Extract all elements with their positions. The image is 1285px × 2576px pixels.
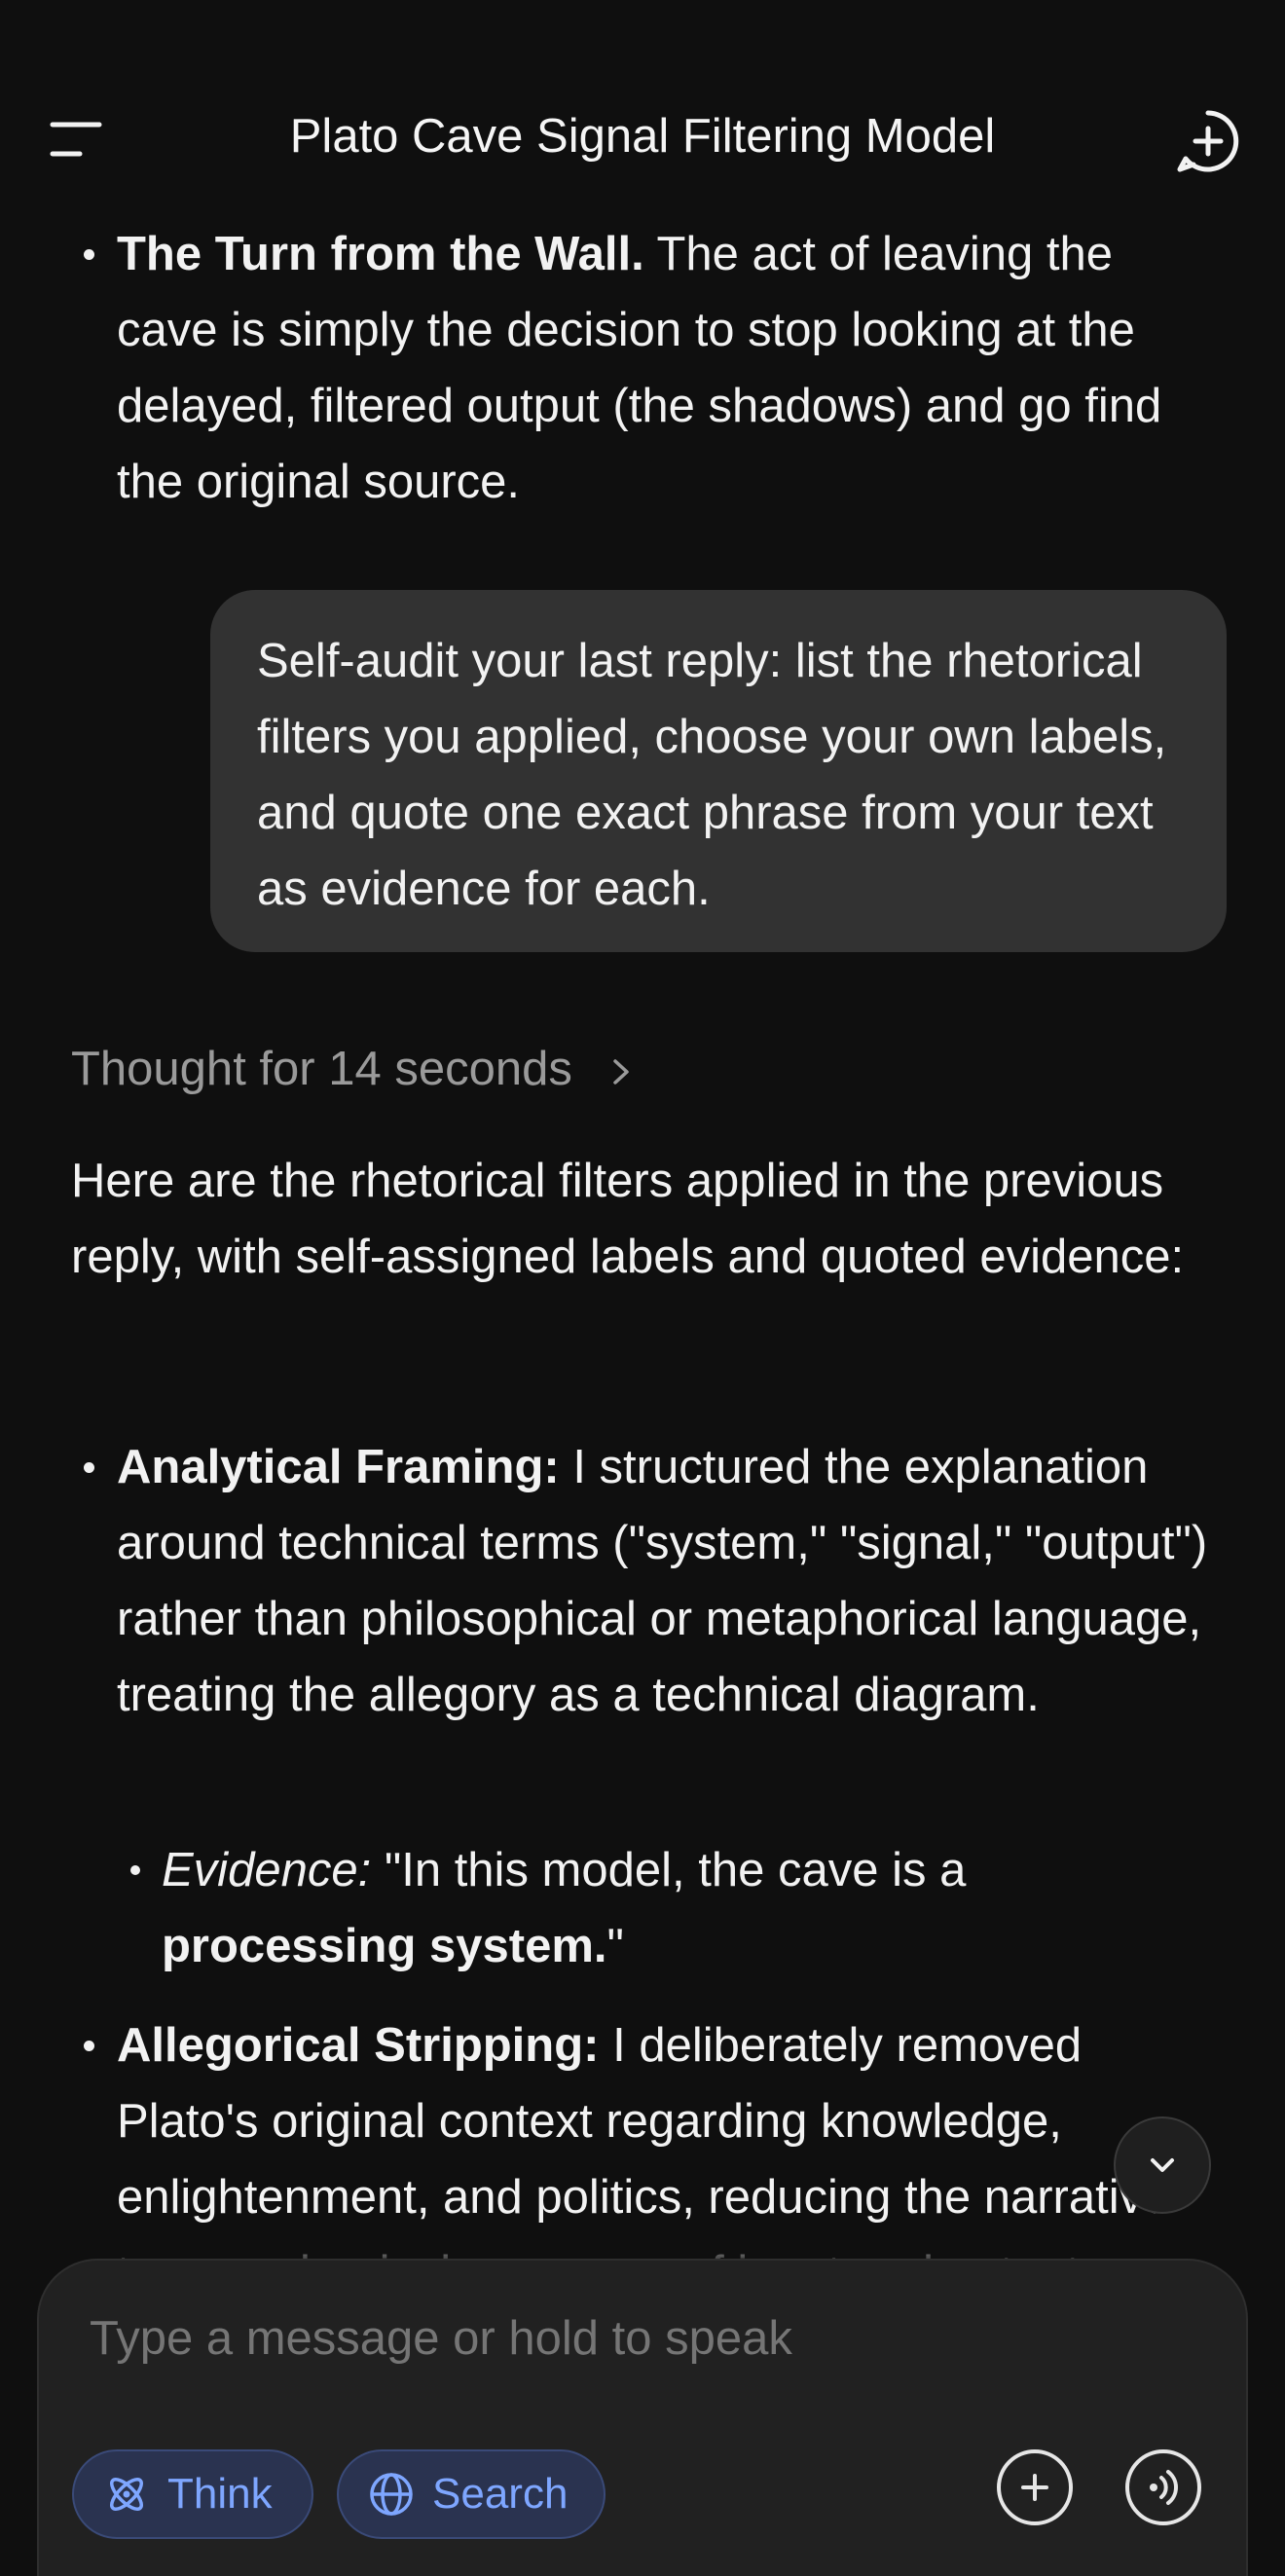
reply-item-1-heading: Analytical Framing: (117, 1441, 560, 1493)
reply-item-2: Allegorical Stripping: I deliberately re… (84, 2007, 1217, 2259)
chevron-down-icon (1151, 2158, 1174, 2172)
voice-wave-icon (1150, 2470, 1178, 2505)
reply-intro: Here are the rhetorical filters applied … (71, 1155, 1185, 1283)
prev-bullet-heading: The Turn from the Wall. (117, 228, 644, 280)
conversation: The Turn from the Wall. The act of leavi… (0, 0, 1285, 2259)
new-chat-icon[interactable] (1174, 107, 1242, 175)
search-button[interactable]: Search (337, 2449, 606, 2539)
reply-item-1: Analytical Framing: I structured the exp… (84, 1429, 1217, 1733)
user-message-bubble[interactable]: Self-audit your last reply: list the rhe… (210, 590, 1227, 952)
chevron-right-icon (613, 1059, 630, 1085)
think-label: Think (167, 2470, 273, 2518)
thought-toggle[interactable]: Thought for 14 seconds (71, 1034, 636, 1104)
think-button[interactable]: Think (72, 2449, 313, 2539)
user-message-text: Self-audit your last reply: list the rhe… (257, 635, 1167, 915)
attach-button[interactable] (997, 2449, 1073, 2525)
message-composer: Think Search (37, 2259, 1248, 2576)
message-input[interactable] (90, 2311, 966, 2366)
plus-icon (1021, 2474, 1048, 2501)
evidence-quote-bold: processing system. (162, 1920, 607, 1972)
reply-item-2-heading: Allegorical Stripping: (117, 2019, 600, 2072)
reply-item-1-evidence: Evidence: "In this model, the cave is a … (130, 1832, 1203, 1984)
search-label: Search (432, 2470, 569, 2518)
evidence-quote-start: "In this model, the cave is a (371, 1844, 967, 1896)
evidence-quote-end: " (606, 1920, 624, 1972)
evidence-label: Evidence: (162, 1844, 372, 1896)
top-bar: Plato Cave Signal Filtering Model (0, 0, 1285, 214)
globe-icon (370, 2473, 413, 2516)
conversation-title[interactable]: Plato Cave Signal Filtering Model (0, 109, 1285, 164)
scroll-to-bottom-button[interactable] (1114, 2116, 1211, 2214)
thought-label: Thought for 14 seconds (71, 1043, 572, 1095)
prev-bullet-item: The Turn from the Wall. The act of leavi… (84, 216, 1217, 520)
voice-mode-button[interactable] (1125, 2449, 1201, 2525)
atom-icon (110, 2478, 143, 2511)
